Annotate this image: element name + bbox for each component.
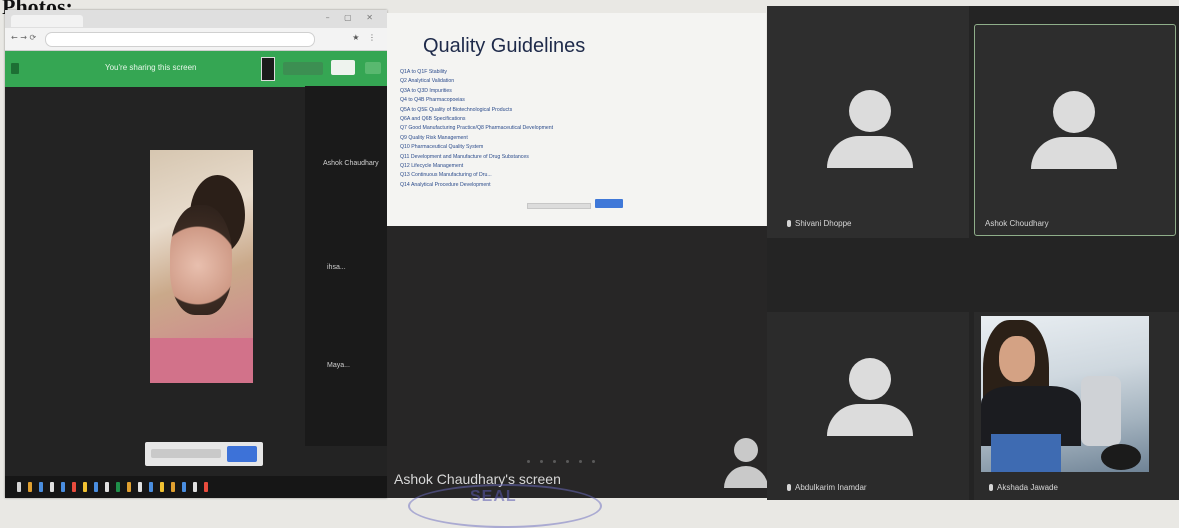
pagination-dots[interactable] [527, 460, 595, 463]
participant-name: Shivani Dhoppe [795, 219, 852, 228]
sidebar-participant-name: Ashok Chaudhary [323, 160, 379, 167]
sidebar-participant-name: ihsa... [327, 264, 346, 271]
participant-tile[interactable]: Shivani Dhoppe [767, 6, 969, 238]
guideline-item[interactable]: Q14 Analytical Procedure Development [400, 181, 553, 190]
extension-icons[interactable]: ★ ⋮ [352, 33, 379, 42]
guideline-item[interactable]: Q13 Continuous Manufacturing of Dru... [400, 171, 553, 180]
message-bar [145, 442, 263, 466]
guideline-item[interactable]: Q9 Quality Risk Management [400, 134, 553, 143]
address-field[interactable] [45, 32, 315, 47]
participant-sidebar [305, 86, 387, 446]
participant-gallery: Shivani Dhoppe Ashok Choudhary Abdulkari… [767, 6, 1179, 500]
guideline-item[interactable]: Q4 to Q4B Pharmacopoeias [400, 96, 553, 105]
participant-tile-active[interactable]: Ashok Choudhary [974, 24, 1176, 236]
guideline-item[interactable]: Q5A to Q5E Quality of Biotechnological P… [400, 106, 553, 115]
guideline-item[interactable]: Q12 Lifecycle Management [400, 162, 553, 171]
scooter [1081, 376, 1121, 446]
browser-tab[interactable] [11, 15, 83, 27]
participant-tile[interactable]: Akshada Jawade [974, 312, 1179, 500]
hide-button[interactable] [331, 60, 355, 75]
participant-tile[interactable]: Abdulkarim Inamdar [767, 312, 969, 500]
mic-icon [787, 484, 791, 491]
guideline-list: Q1A to Q1F Stability Q2 Analytical Valid… [400, 68, 553, 190]
browser-tab-bar: – ▢ ✕ [5, 10, 387, 28]
window-controls[interactable]: – ▢ ✕ [326, 13, 379, 22]
slide-title: Quality Guidelines [423, 35, 586, 57]
guideline-item[interactable]: Q2 Analytical Validation [400, 77, 553, 86]
guideline-item[interactable]: Q6A and Q6B Specifications [400, 115, 553, 124]
mic-icon [989, 484, 993, 491]
person-avatar-icon [1053, 91, 1095, 133]
browser-url-bar: ← → ⟳ ★ ⋮ [5, 28, 387, 51]
back-forward-reload-icons[interactable]: ← → ⟳ [11, 33, 36, 42]
guideline-item[interactable]: Q11 Development and Manufacture of Drug … [400, 153, 553, 162]
participant-name: Akshada Jawade [997, 483, 1058, 492]
participant-video [981, 316, 1149, 472]
quality-guidelines-slide: Quality Guidelines Q1A to Q1F Stability … [387, 13, 766, 226]
person-avatar-body [827, 136, 913, 168]
taskbar [5, 476, 387, 498]
guideline-item[interactable]: Q1A to Q1F Stability [400, 68, 553, 77]
person-avatar-body [1031, 137, 1117, 169]
sidebar-participant-name: Maya... [327, 362, 350, 369]
guideline-item[interactable]: Q7 Good Manufacturing Practice/Q8 Pharma… [400, 124, 553, 133]
sharing-banner: You're sharing this screen [5, 51, 387, 87]
message-input[interactable] [151, 449, 221, 458]
video-person-face [999, 336, 1035, 382]
video-person-face [170, 205, 232, 315]
participant-video [150, 150, 253, 383]
slide-submit-button[interactable] [595, 199, 623, 208]
stop-sharing-button[interactable] [283, 62, 323, 75]
participant-name: Ashok Choudhary [985, 219, 1049, 228]
person-avatar-body [827, 404, 913, 436]
menu-icon[interactable] [11, 63, 19, 74]
ink-stamp-text: SEAL [470, 488, 517, 505]
screen-share-tile: Ashok Chaudhary's screen [387, 226, 767, 498]
send-button[interactable] [227, 446, 257, 462]
slide-input-field[interactable] [527, 203, 591, 209]
present-button[interactable] [365, 62, 381, 74]
person-avatar-icon [734, 438, 758, 462]
person-avatar-icon [849, 358, 891, 400]
window-thumbnail[interactable] [261, 57, 275, 81]
video-person-jeans [991, 434, 1061, 472]
mic-icon [787, 220, 791, 227]
person-avatar-body [724, 466, 767, 488]
person-avatar-icon [849, 90, 891, 132]
guideline-item[interactable]: Q3A to Q3D Impurities [400, 87, 553, 96]
sharing-banner-text: You're sharing this screen [105, 63, 197, 72]
scooter-wheel [1101, 444, 1141, 470]
participant-name: Abdulkarim Inamdar [795, 483, 867, 492]
video-person-shirt [150, 338, 253, 383]
guideline-item[interactable]: Q10 Pharmaceutical Quality System [400, 143, 553, 152]
browser-screenshot: – ▢ ✕ ← → ⟳ ★ ⋮ You're sharing this scre… [5, 10, 387, 498]
taskbar-app-icons[interactable] [17, 482, 208, 492]
